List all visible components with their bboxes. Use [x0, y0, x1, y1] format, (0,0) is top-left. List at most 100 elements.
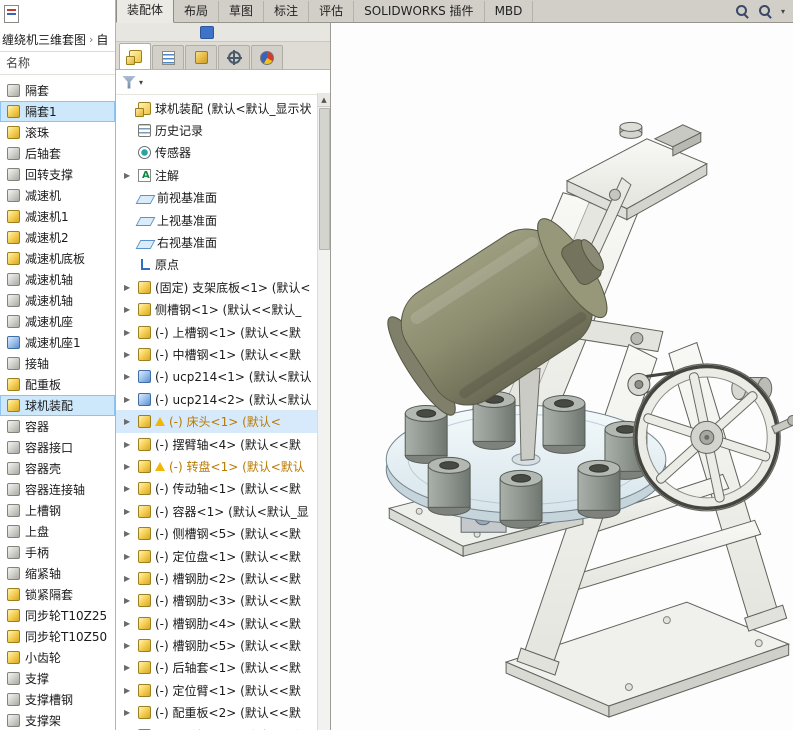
list-item[interactable]: 减速机轴	[0, 269, 115, 290]
fm-tab[interactable]	[218, 45, 250, 69]
list-item[interactable]: 容器接口	[0, 437, 115, 458]
expand-arrow-icon[interactable]: ▶	[124, 596, 134, 605]
list-item[interactable]: 球机装配	[0, 395, 115, 416]
magnifier-icon[interactable]	[735, 4, 749, 18]
ribbon-tab[interactable]: 标注	[264, 1, 310, 22]
tree-row[interactable]: ▶ (-) 侧槽钢<5> (默认<<默	[116, 522, 317, 544]
list-item[interactable]: 支撑架	[0, 710, 115, 730]
list-item[interactable]: 上槽钢	[0, 500, 115, 521]
tree-row[interactable]: ▶ (-) 定位臂<1> (默认<<默	[116, 679, 317, 701]
list-item[interactable]: 后轴套	[0, 143, 115, 164]
list-item[interactable]: 支撑	[0, 668, 115, 689]
tree-row[interactable]: ▶ (-) 槽钢肋<3> (默认<<默	[116, 590, 317, 612]
list-item[interactable]: 锁紧隔套	[0, 584, 115, 605]
list-item[interactable]: 容器连接轴	[0, 479, 115, 500]
tree-row[interactable]: ▶ (-) 槽钢肋<2> (默认<<默	[116, 567, 317, 589]
expand-arrow-icon[interactable]: ▶	[124, 484, 134, 493]
tree-row[interactable]: ▶ 注解	[116, 164, 317, 186]
filter-funnel-icon[interactable]	[122, 75, 136, 89]
expand-arrow-icon[interactable]: ▶	[124, 305, 134, 314]
ribbon-tab[interactable]: 装配体	[116, 0, 175, 23]
scroll-up-icon[interactable]: ▲	[318, 93, 330, 107]
tree-row[interactable]: ▶ 上视基准面	[116, 209, 317, 231]
list-item[interactable]: 接轴	[0, 353, 115, 374]
tree-row[interactable]: ▶ (-) 配重板<2> (默认<<默	[116, 702, 317, 724]
tree-row[interactable]: ▶ (-) 容器<1> (默认<默认_显	[116, 500, 317, 522]
expand-arrow-icon[interactable]: ▶	[124, 552, 134, 561]
list-item[interactable]: 减速机1	[0, 206, 115, 227]
list-item[interactable]: 同步轮T10Z50	[0, 626, 115, 647]
list-item[interactable]: 减速机座1	[0, 332, 115, 353]
tree-row[interactable]: ▶ 原点	[116, 254, 317, 276]
name-column-header[interactable]: 名称	[0, 52, 115, 75]
breadcrumb-next[interactable]: 自	[96, 31, 108, 48]
list-item[interactable]: 同步轮T10Z25	[0, 605, 115, 626]
ribbon-tab[interactable]: 评估	[309, 1, 355, 22]
tree-row[interactable]: ▶ 前视基准面	[116, 187, 317, 209]
fm-tab[interactable]	[185, 45, 217, 69]
expand-arrow-icon[interactable]: ▶	[124, 395, 134, 404]
expand-arrow-icon[interactable]: ▶	[124, 328, 134, 337]
list-item[interactable]: 隔套1	[0, 101, 115, 122]
list-item[interactable]: 减速机	[0, 185, 115, 206]
tree-row[interactable]: ▶ (-) 定位盘<1> (默认<<默	[116, 545, 317, 567]
spool-cylinder[interactable]	[427, 456, 471, 516]
tree-row[interactable]: ▶ (-) ucp214<2> (默认<默认	[116, 388, 317, 410]
expand-arrow-icon[interactable]: ▶	[124, 372, 134, 381]
list-item[interactable]: 手柄	[0, 542, 115, 563]
expand-arrow-icon[interactable]: ▶	[124, 708, 134, 717]
list-item[interactable]: 容器	[0, 416, 115, 437]
fm-tab[interactable]	[251, 45, 283, 69]
expand-arrow-icon[interactable]: ▶	[124, 641, 134, 650]
ribbon-tab[interactable]: 布局	[174, 1, 220, 22]
spool-cylinder[interactable]	[404, 404, 448, 464]
expand-arrow-icon[interactable]: ▶	[124, 574, 134, 583]
expand-arrow-icon[interactable]: ▶	[124, 462, 134, 471]
list-item[interactable]: 上盘	[0, 521, 115, 542]
spool-cylinder[interactable]	[577, 459, 621, 519]
list-item[interactable]: 减速机2	[0, 227, 115, 248]
tree-row[interactable]: ▶ (-) 中槽钢<1> (默认<<默	[116, 343, 317, 365]
tree-row[interactable]: ▶ (-) 槽钢肋<5> (默认<<默	[116, 634, 317, 656]
viewport-3d-model[interactable]	[331, 23, 793, 730]
tree-row[interactable]: ▶ (-) 上槽钢<1> (默认<<默	[116, 321, 317, 343]
tree-row[interactable]: ▶ (固定) 支架底板<1> (默认<	[116, 276, 317, 298]
list-item[interactable]: 滚珠	[0, 122, 115, 143]
filter-dropdown-icon[interactable]: ▾	[139, 78, 143, 87]
breadcrumb[interactable]: 缠绕机三维套图 › 自	[0, 28, 115, 52]
breadcrumb-text[interactable]: 缠绕机三维套图	[2, 31, 86, 48]
tree-row[interactable]: ▶ 球机装配 (默认<默认_显示状	[116, 97, 317, 119]
spool-cylinder[interactable]	[499, 469, 543, 529]
fm-scrollbar[interactable]: ▲	[317, 93, 330, 730]
list-item[interactable]: 缩紧轴	[0, 563, 115, 584]
ribbon-tab[interactable]: MBD	[485, 1, 534, 22]
list-item[interactable]: 小齿轮	[0, 647, 115, 668]
tree-row[interactable]: ▶ (-) 转盘<1> (默认<默认	[116, 455, 317, 477]
tree-row[interactable]: ▶ 侧槽钢<1> (默认<<默认_	[116, 299, 317, 321]
expand-arrow-icon[interactable]: ▶	[124, 171, 134, 180]
tree-row[interactable]: ▶ (-) 槽钢肋<4> (默认<<默	[116, 612, 317, 634]
scroll-thumb[interactable]	[319, 108, 330, 250]
fm-tab[interactable]	[119, 43, 151, 69]
expand-arrow-icon[interactable]: ▶	[124, 507, 134, 516]
list-item[interactable]: 隔套	[0, 80, 115, 101]
spool-cylinder[interactable]	[542, 394, 586, 454]
tree-row[interactable]: ▶ (-) 后轴套<1> (默认<<默	[116, 657, 317, 679]
ribbon-tab[interactable]: 草图	[219, 1, 265, 22]
tree-row[interactable]: ▶ (-) 床头<1> (默认<	[116, 410, 317, 433]
tree-row[interactable]: ▶ (-) 配重板<3> (默认<<默	[116, 724, 317, 730]
list-item[interactable]: 回转支撑	[0, 164, 115, 185]
expand-arrow-icon[interactable]: ▶	[124, 619, 134, 628]
ribbon-tab[interactable]: SOLIDWORKS 插件	[354, 1, 485, 22]
expand-arrow-icon[interactable]: ▶	[124, 440, 134, 449]
list-item[interactable]: 减速机轴	[0, 290, 115, 311]
tree-row[interactable]: ▶ 右视基准面	[116, 231, 317, 253]
list-item[interactable]: 减速机座	[0, 311, 115, 332]
tree-row[interactable]: ▶ 传感器	[116, 142, 317, 164]
expand-arrow-icon[interactable]: ▶	[124, 529, 134, 538]
expand-arrow-icon[interactable]: ▶	[124, 283, 134, 292]
list-item[interactable]: 容器壳	[0, 458, 115, 479]
tree-row[interactable]: ▶ (-) ucp214<1> (默认<默认	[116, 366, 317, 388]
tree-row[interactable]: ▶ (-) 摆臂轴<4> (默认<<默	[116, 433, 317, 455]
magnifier-sparkle-icon[interactable]	[758, 4, 772, 18]
